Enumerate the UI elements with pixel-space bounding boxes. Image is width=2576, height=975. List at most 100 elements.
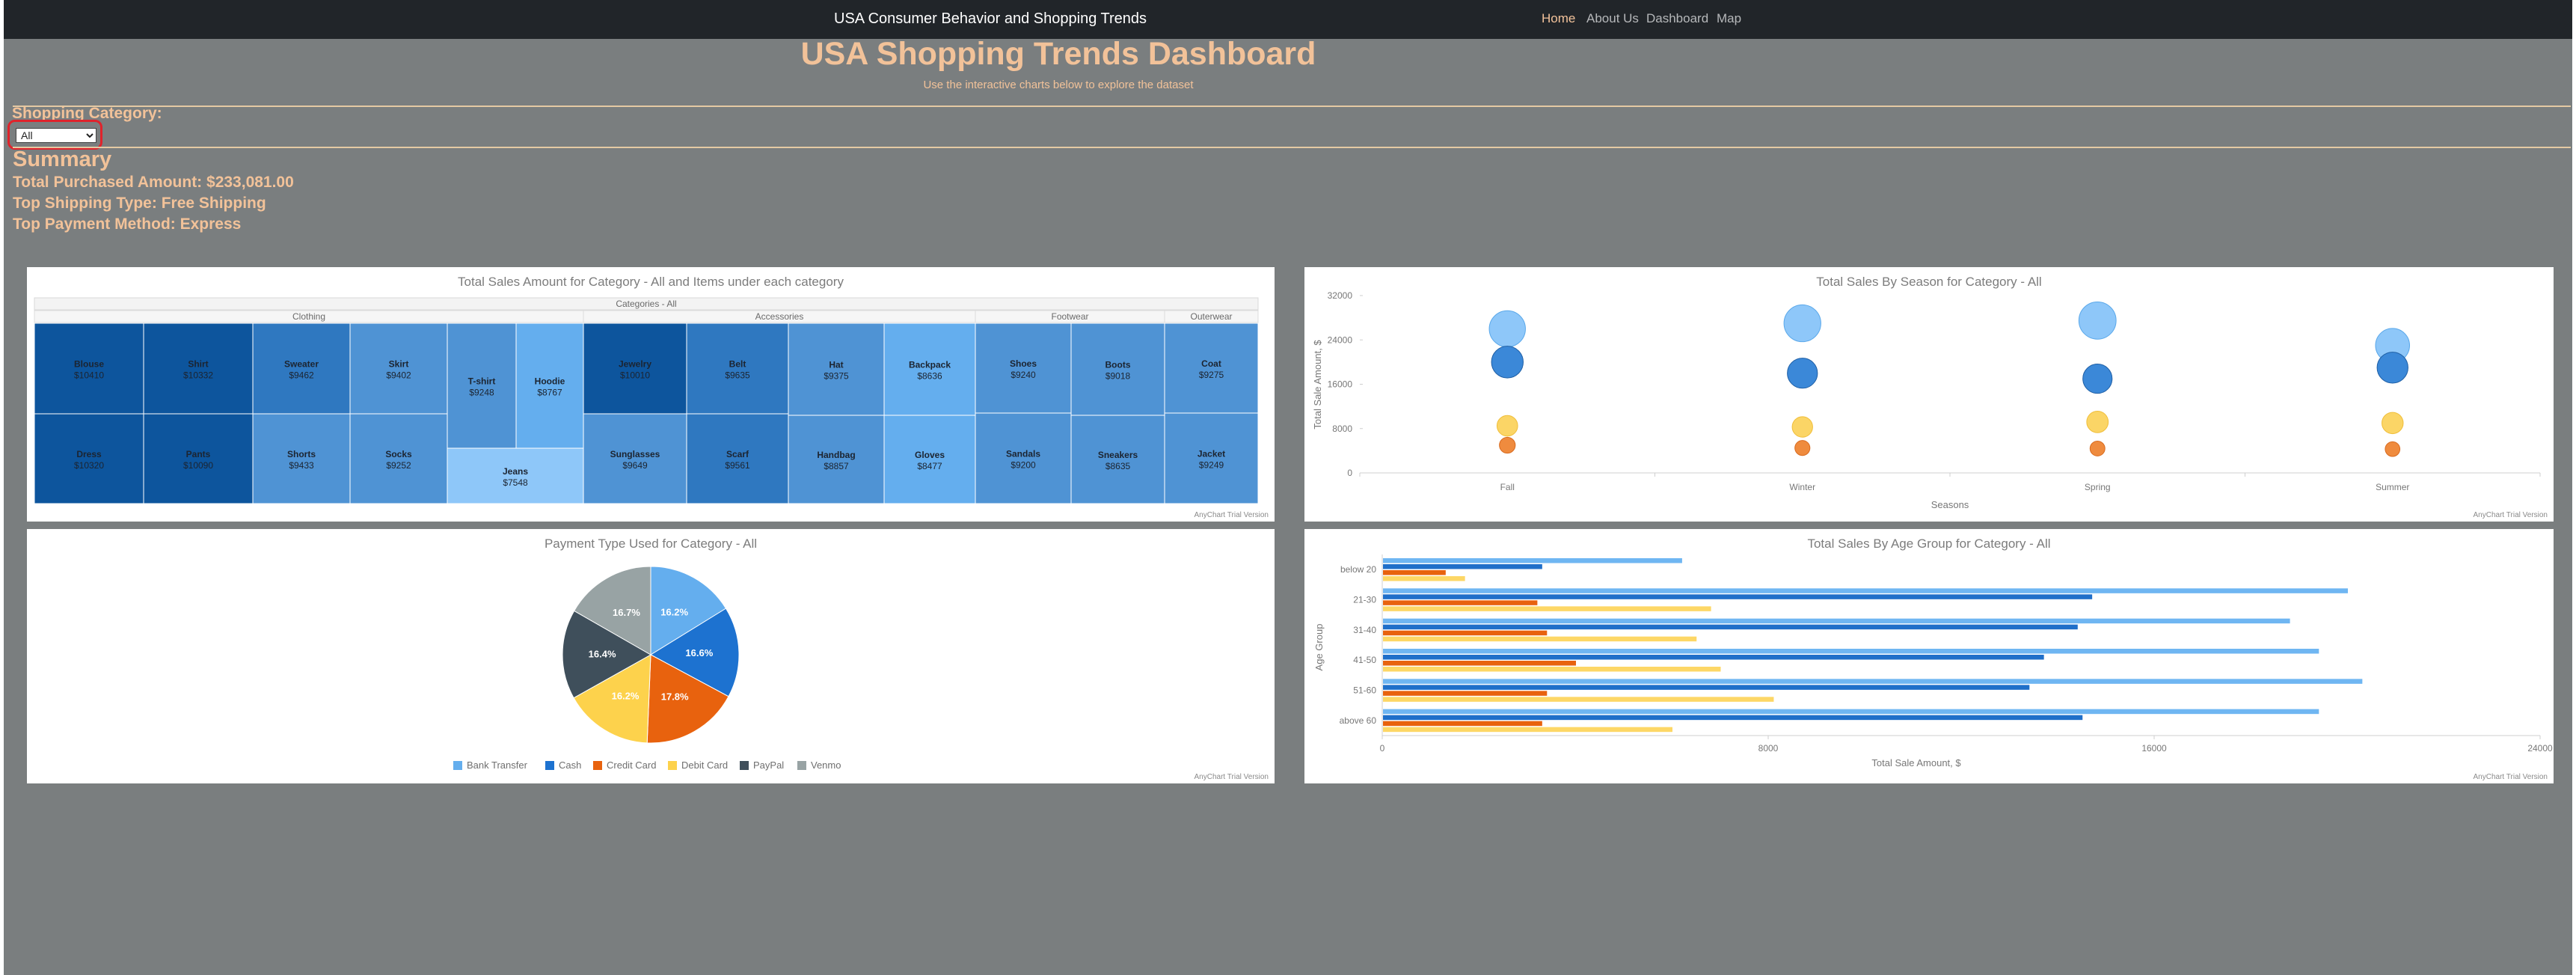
season-bubble[interactable] <box>2078 301 2117 340</box>
payment-credit[interactable]: AnyChart Trial Version <box>1195 773 1269 781</box>
legend-label-credit-card[interactable]: Credit Card <box>607 759 656 771</box>
season-bubble[interactable] <box>2086 410 2109 433</box>
season-y-axis-title: Total Sale Amount, $ <box>1312 340 1323 430</box>
age-bar[interactable] <box>1383 661 1576 666</box>
age-bar[interactable] <box>1383 600 1538 605</box>
treemap-panel: Total Sales Amount for Category - All an… <box>27 267 1275 522</box>
age-bar[interactable] <box>1383 594 2093 599</box>
nav-link-home[interactable]: Home <box>1542 11 1575 26</box>
treemap-cell-value-sweater: $9462 <box>289 370 314 381</box>
legend-swatch-debit-card[interactable] <box>668 761 677 770</box>
treemap-group-label-footwear: Footwear <box>1051 311 1088 322</box>
navbar: USA Consumer Behavior and Shopping Trend… <box>4 0 2572 39</box>
age-bar[interactable] <box>1383 715 2083 721</box>
age-x-axis-title: Total Sale Amount, $ <box>1871 757 1961 768</box>
age-bar[interactable] <box>1383 558 1682 563</box>
summary-top-payment: Top Payment Method: Express <box>13 216 242 233</box>
payment-chart: 16.2% 16.6% 17.8% 16.2% 16.4% 16.7% Bank Trans… <box>453 566 841 771</box>
legend-swatch-credit-card[interactable] <box>593 761 602 770</box>
season-chart: 0 8000 16000 24000 32000 Fall Winter Spring Summ… <box>1312 290 2541 510</box>
age-bar[interactable] <box>1383 649 2319 654</box>
age-bar[interactable] <box>1383 679 2363 684</box>
treemap-cell-value-blouse: $10410 <box>74 370 104 381</box>
treemap-cell-value-boots: $9018 <box>1105 371 1131 382</box>
age-bar[interactable] <box>1383 697 1774 702</box>
season-bubble[interactable] <box>1488 310 1526 348</box>
payment-panel: Payment Type Used for Category - All 16.… <box>27 529 1275 783</box>
nav-link-dashboard[interactable]: Dashboard <box>1646 11 1708 26</box>
age-category-label: 31-40 <box>1353 625 1376 635</box>
age-bar[interactable] <box>1383 721 1542 727</box>
legend-label-paypal[interactable]: PayPal <box>753 759 784 771</box>
treemap-cell-label-sweater: Sweater <box>284 359 319 370</box>
age-bar[interactable] <box>1383 667 1721 672</box>
age-bar[interactable] <box>1383 685 2030 690</box>
age-bar[interactable] <box>1383 727 1672 733</box>
treemap-cell-value-belt: $9635 <box>725 370 750 381</box>
age-bar[interactable] <box>1383 564 1542 569</box>
treemap-cell-value-sandals: $9200 <box>1011 460 1036 471</box>
age-credit[interactable]: AnyChart Trial Version <box>2474 773 2548 781</box>
legend-label-venmo[interactable]: Venmo <box>811 759 841 771</box>
season-bubble[interactable] <box>2082 364 2113 394</box>
treemap-cell-label-t-shirt: T-shirt <box>468 376 496 387</box>
age-bar[interactable] <box>1383 588 2348 593</box>
category-select[interactable]: All <box>16 128 96 143</box>
age-bar[interactable] <box>1383 576 1465 581</box>
treemap-cell-label-shirt: Shirt <box>188 359 208 370</box>
treemap-cell-value-backpack: $8636 <box>917 371 942 382</box>
legend-swatch-venmo[interactable] <box>797 761 806 770</box>
season-bubble[interactable] <box>1794 440 1811 456</box>
age-xtick-label: 8000 <box>1758 743 1779 754</box>
age-bar[interactable] <box>1383 630 1548 636</box>
treemap-credit[interactable]: AnyChart Trial Version <box>1195 511 1269 519</box>
treemap-cell-value-skirt: $9402 <box>386 370 411 381</box>
legend-label-cash[interactable]: Cash <box>559 759 581 771</box>
season-bubble[interactable] <box>1783 304 1821 343</box>
age-bar[interactable] <box>1383 636 1697 642</box>
season-bubble[interactable] <box>1499 436 1516 454</box>
age-category-label: 51-60 <box>1353 685 1376 696</box>
season-xtick-label: Fall <box>1500 482 1515 492</box>
season-bubble[interactable] <box>2385 441 2401 457</box>
season-bubble[interactable] <box>1787 358 1818 389</box>
age-bar[interactable] <box>1383 691 1548 696</box>
age-chart: 0 8000 16000 24000 Total Sale Amount, $ Age G… <box>1313 554 2553 768</box>
treemap-cell-label-scarf: Scarf <box>726 449 749 459</box>
treemap-cell-value-gloves: $8477 <box>917 461 942 471</box>
legend-swatch-paypal[interactable] <box>740 761 749 770</box>
season-bubble[interactable] <box>1491 346 1524 379</box>
nav-link-about-us[interactable]: About Us <box>1586 11 1639 26</box>
summary-heading: Summary <box>13 147 112 171</box>
treemap-cell-value-hoodie: $8767 <box>537 388 562 398</box>
pie-label-cash: 16.6% <box>685 647 713 658</box>
season-bubble[interactable] <box>2089 440 2106 456</box>
legend-swatch-cash[interactable] <box>545 761 554 770</box>
treemap-cell-label-sunglasses: Sunglasses <box>610 449 660 459</box>
treemap-cell-value-scarf: $9561 <box>725 460 750 471</box>
season-bubble[interactable] <box>2382 412 2404 435</box>
season-credit[interactable]: AnyChart Trial Version <box>2474 511 2548 519</box>
age-bar[interactable] <box>1383 624 2078 630</box>
age-bar[interactable] <box>1383 618 2290 624</box>
season-bubble[interactable] <box>1496 415 1518 437</box>
summary-top-shipping: Top Shipping Type: Free Shipping <box>13 195 266 212</box>
age-bar[interactable] <box>1383 655 2044 660</box>
season-ytick-label: 8000 <box>1332 424 1352 434</box>
legend-label-debit-card[interactable]: Debit Card <box>681 759 728 771</box>
age-bar[interactable] <box>1383 606 1711 611</box>
season-bubble[interactable] <box>2376 352 2408 384</box>
treemap-cell-value-sunglasses: $9649 <box>622 460 648 471</box>
nav-link-map[interactable]: Map <box>1717 11 1741 26</box>
legend-swatch-bank-transfer[interactable] <box>453 761 462 770</box>
treemap-cell-value-jeans: $7548 <box>503 477 528 488</box>
age-bar[interactable] <box>1383 570 1446 575</box>
season-bubble[interactable] <box>1791 416 1813 438</box>
treemap-cell-label-gloves: Gloves <box>915 450 945 460</box>
pie-label-debit-card: 16.2% <box>612 690 640 701</box>
navbar-brand[interactable]: USA Consumer Behavior and Shopping Trend… <box>834 10 1147 28</box>
treemap-cell-label-shorts: Shorts <box>287 449 316 459</box>
treemap-chart: Categories - All Clothing Accessories Footw… <box>34 297 1259 504</box>
age-bar[interactable] <box>1383 709 2319 715</box>
legend-label-bank-transfer[interactable]: Bank Transfer <box>467 759 528 771</box>
